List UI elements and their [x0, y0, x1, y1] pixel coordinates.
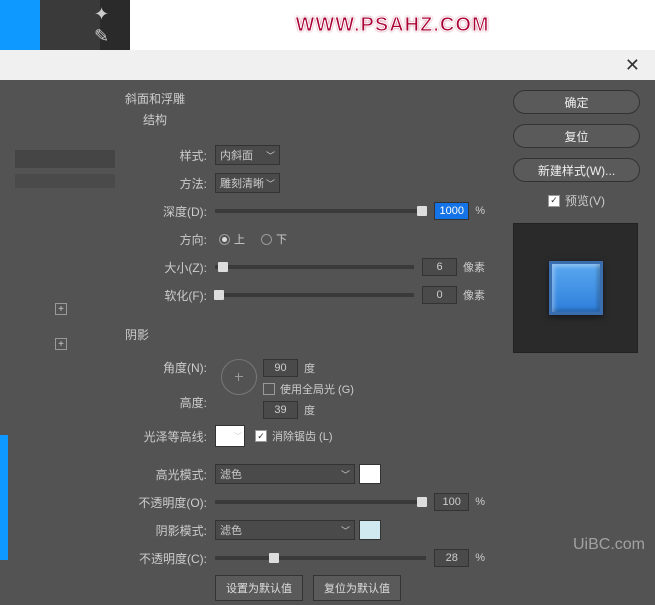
style-select[interactable]: 内斜面﹀ — [215, 145, 280, 165]
altitude-label: 高度: — [135, 394, 215, 411]
style-label: 样式: — [135, 147, 215, 164]
preview-checkbox[interactable]: ✓ — [548, 195, 560, 207]
shadow-opacity-slider[interactable] — [215, 556, 426, 560]
shadow-color-swatch[interactable] — [359, 520, 381, 540]
direction-down-radio[interactable] — [261, 234, 272, 245]
highlight-opacity-slider[interactable] — [215, 500, 426, 504]
bevel-section-title: 斜面和浮雕 — [125, 90, 495, 107]
preview-cube — [549, 261, 603, 315]
layer-style-dialog: ✕ + + 斜面和浮雕 结构 样式: 内斜面﹀ 方法: — [0, 50, 655, 560]
soften-unit: 像素 — [463, 287, 485, 303]
ok-button[interactable]: 确定 — [513, 90, 640, 114]
angle-control[interactable] — [221, 359, 257, 395]
direction-up-radio[interactable] — [219, 234, 230, 245]
highlight-mode-select[interactable]: 滤色﹀ — [215, 464, 355, 484]
highlight-opacity-input[interactable]: 100 — [434, 493, 469, 511]
soften-input[interactable]: 0 — [422, 286, 457, 304]
shadow-opacity-label: 不透明度(C): — [135, 550, 215, 567]
antialias-label: 消除锯齿 (L) — [272, 428, 333, 444]
antialias-checkbox[interactable]: ✓ — [255, 430, 267, 442]
tool-icon-2[interactable]: ✎ — [94, 26, 109, 47]
altitude-input[interactable]: 39 — [263, 401, 298, 419]
direction-down-label: 下 — [276, 231, 287, 247]
depth-slider[interactable] — [215, 209, 426, 213]
size-slider[interactable] — [215, 265, 414, 269]
altitude-unit: 度 — [304, 402, 315, 418]
shading-title: 阴影 — [125, 326, 495, 343]
highlight-opacity-label: 不透明度(O): — [135, 494, 215, 511]
size-unit: 像素 — [463, 259, 485, 275]
depth-input[interactable]: 1000 — [434, 202, 469, 220]
direction-up-label: 上 — [234, 231, 245, 247]
cancel-button[interactable]: 复位 — [513, 124, 640, 148]
tool-icon-1[interactable]: ✦ — [94, 4, 109, 25]
blue-edge — [0, 435, 8, 560]
add-style-icon[interactable]: + — [55, 338, 67, 350]
gloss-label: 光泽等高线: — [135, 428, 215, 445]
new-style-button[interactable]: 新建样式(W)... — [513, 158, 640, 182]
shadow-opacity-unit: % — [475, 552, 485, 564]
bg-url-text: WWW.PSAHZ.COM — [295, 14, 489, 37]
style-list-item[interactable] — [15, 150, 115, 168]
size-label: 大小(Z): — [135, 259, 215, 276]
style-list-item[interactable] — [15, 174, 115, 188]
preview-label: 预览(V) — [565, 192, 605, 209]
watermark: UiBC.com — [573, 536, 645, 554]
shadow-opacity-input[interactable]: 28 — [434, 549, 469, 567]
soften-label: 软化(F): — [135, 287, 215, 304]
angle-unit: 度 — [304, 360, 315, 376]
angle-input[interactable]: 90 — [263, 359, 298, 377]
add-style-icon[interactable]: + — [55, 303, 67, 315]
structure-title: 结构 — [143, 111, 495, 128]
highlight-opacity-unit: % — [475, 496, 485, 508]
highlight-mode-label: 高光模式: — [135, 466, 215, 483]
make-default-button[interactable]: 设置为默认值 — [215, 575, 303, 601]
global-light-label: 使用全局光 (G) — [280, 381, 354, 397]
soften-slider[interactable] — [215, 293, 414, 297]
reset-default-button[interactable]: 复位为默认值 — [313, 575, 401, 601]
highlight-color-swatch[interactable] — [359, 464, 381, 484]
depth-label: 深度(D): — [135, 203, 215, 220]
angle-label: 角度(N): — [135, 359, 215, 376]
depth-unit: % — [475, 205, 485, 217]
global-light-checkbox[interactable] — [263, 383, 275, 395]
technique-select[interactable]: 雕刻清晰﹀ — [215, 173, 280, 193]
direction-label: 方向: — [135, 231, 215, 248]
shadow-mode-label: 阴影模式: — [135, 522, 215, 539]
technique-label: 方法: — [135, 175, 215, 192]
size-input[interactable]: 6 — [422, 258, 457, 276]
close-icon[interactable]: ✕ — [625, 55, 640, 76]
shadow-mode-select[interactable]: 滤色﹀ — [215, 520, 355, 540]
preview-thumbnail — [513, 223, 638, 353]
gloss-contour-picker[interactable]: ﹀ — [215, 425, 245, 447]
style-list-panel: + + — [15, 90, 115, 550]
